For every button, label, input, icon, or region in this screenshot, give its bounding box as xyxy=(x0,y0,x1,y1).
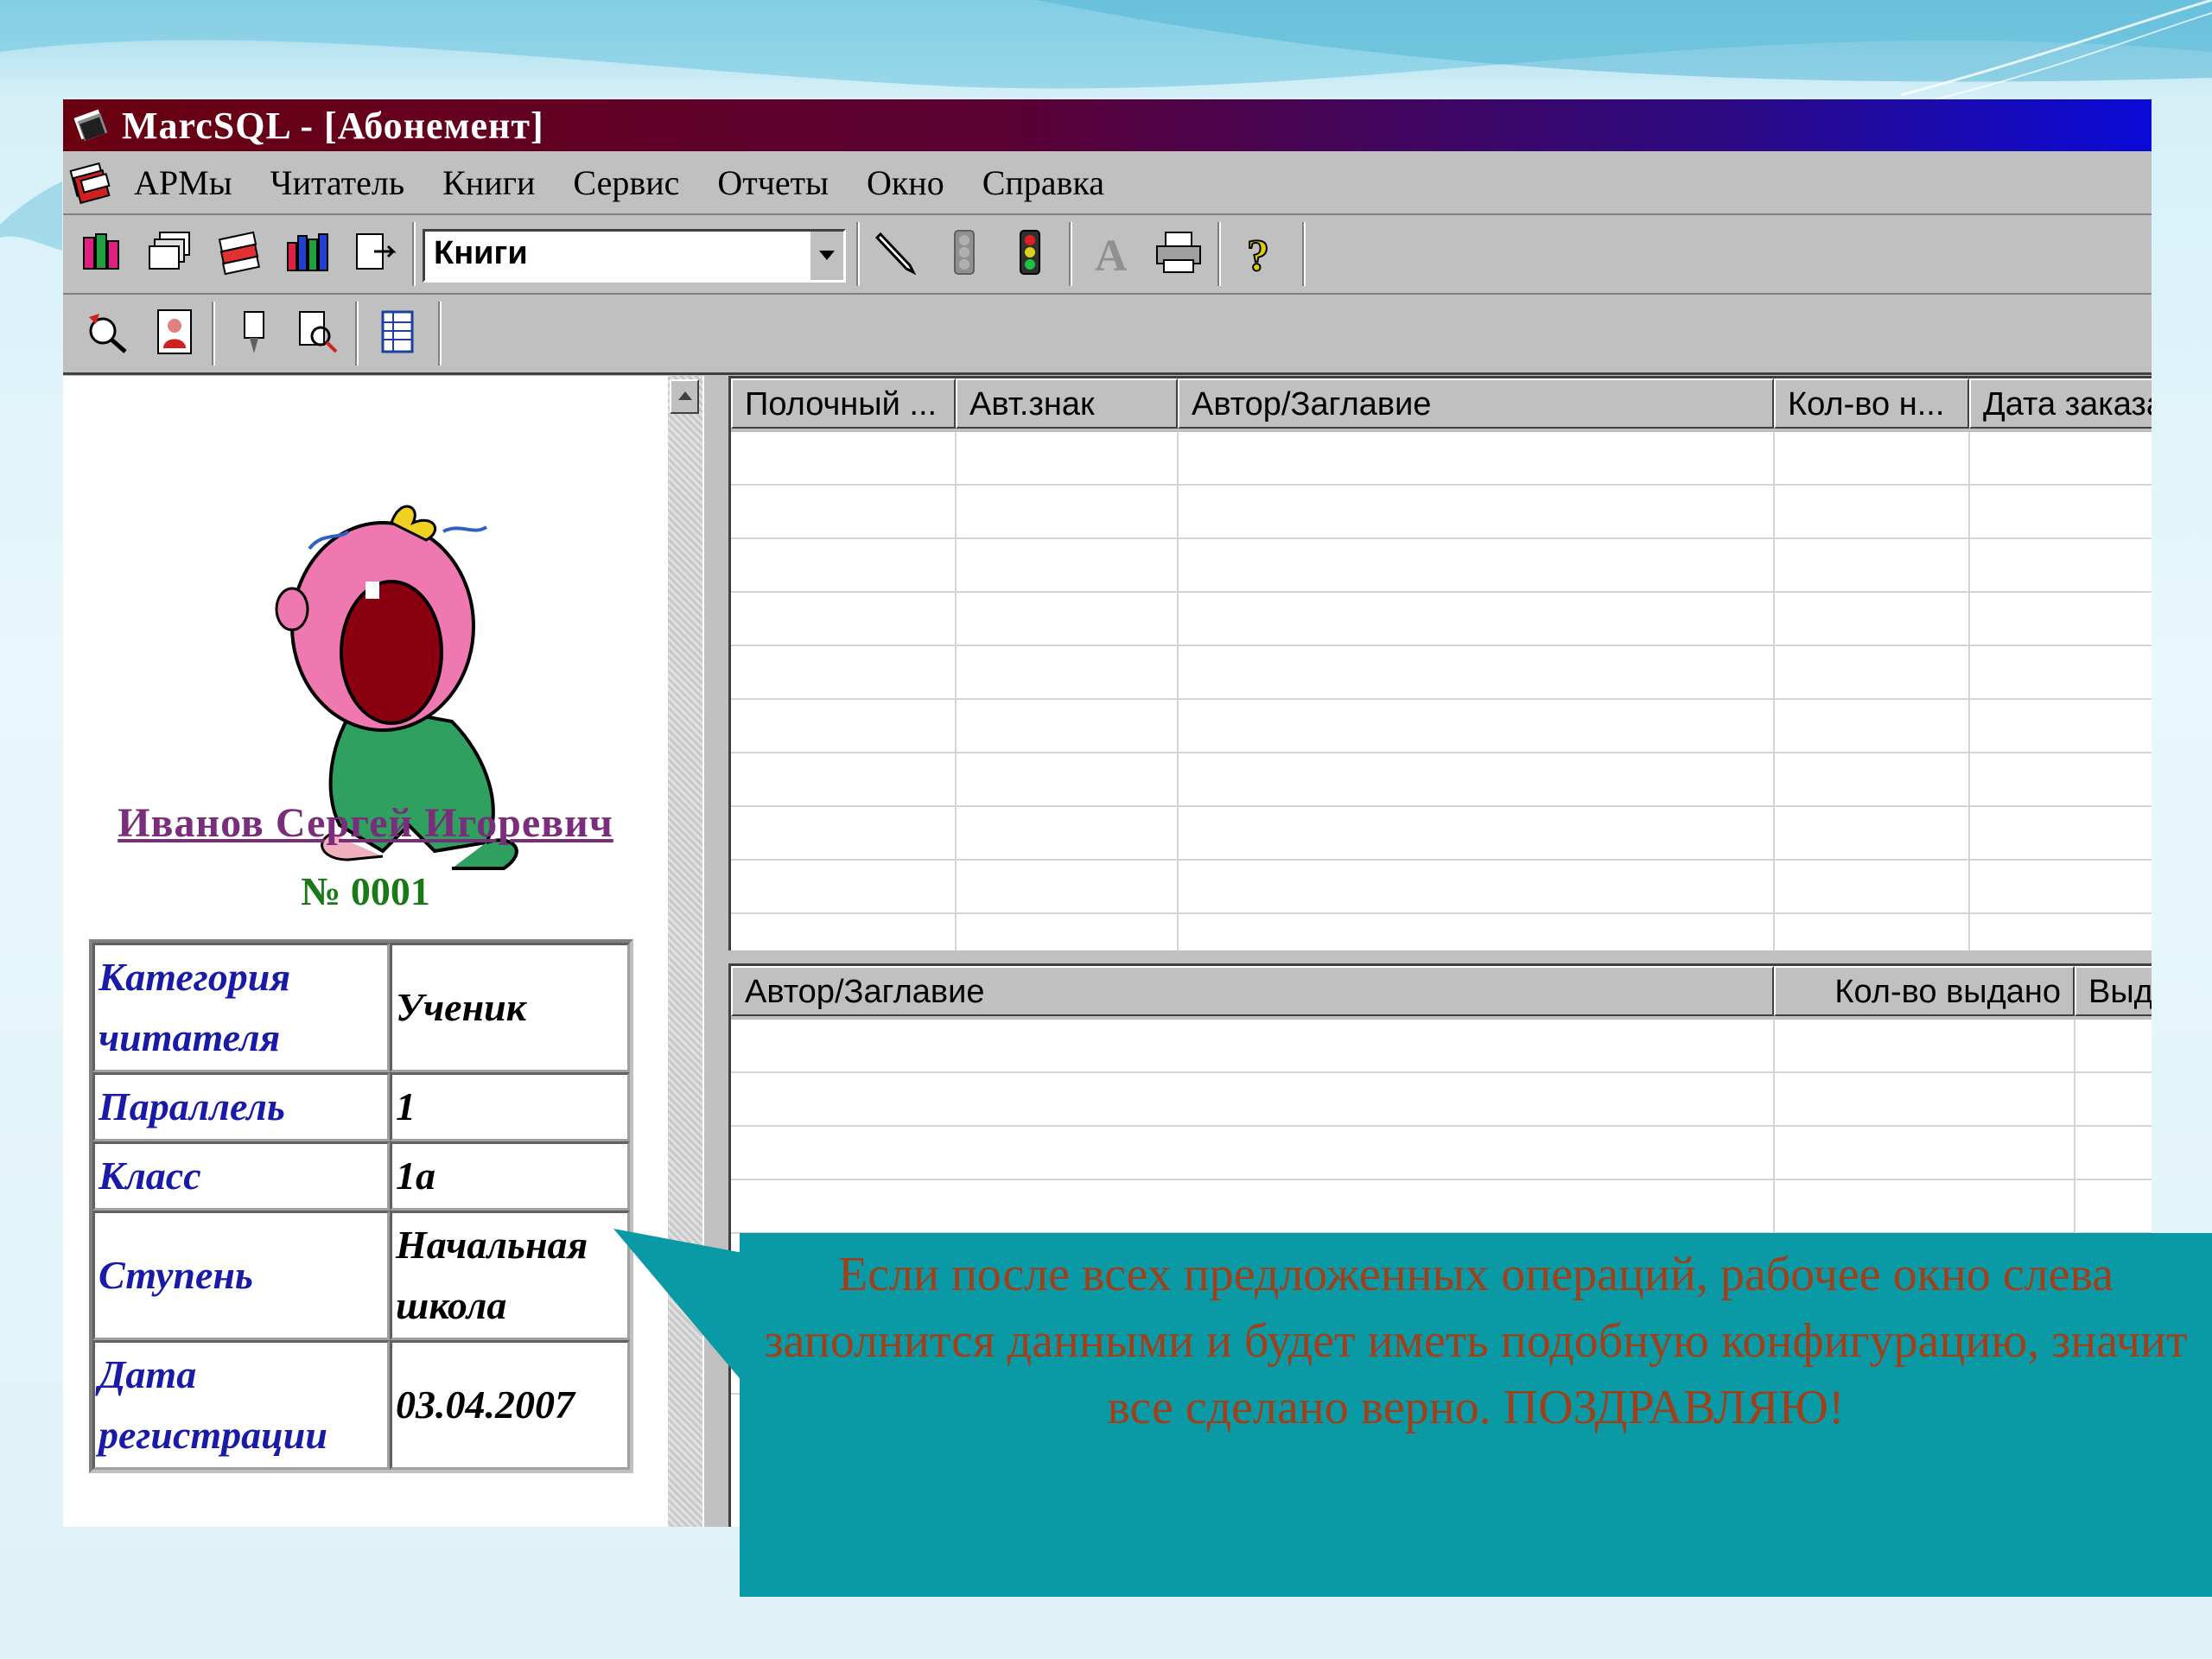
toolbar-separator xyxy=(1069,222,1072,286)
table-row[interactable] xyxy=(731,1073,2152,1127)
table-row[interactable] xyxy=(731,753,2152,807)
table-row[interactable] xyxy=(731,1020,2152,1073)
svg-text:A: A xyxy=(1095,232,1128,279)
table-row: Дата регистрации 03.04.2007 xyxy=(92,1340,630,1470)
catalog-select-value: Книги xyxy=(434,235,528,271)
field-value: 03.04.2007 xyxy=(390,1340,630,1470)
toolbar-secondary xyxy=(63,295,2152,375)
column-author-title[interactable]: Автор/Заглавие xyxy=(731,966,1774,1016)
pen-icon[interactable] xyxy=(870,226,924,279)
field-label: Категория читателя xyxy=(92,943,390,1072)
table-row[interactable] xyxy=(731,700,2152,753)
issued-grid-header: Автор/Заглавие Кол-во выдано Выдано xyxy=(731,966,2152,1020)
column-issued-count[interactable]: Кол-во выдано xyxy=(1774,966,2075,1016)
book-search-icon[interactable] xyxy=(291,305,345,359)
books-icon[interactable] xyxy=(75,226,129,279)
toolbar-separator xyxy=(856,222,860,286)
toolbar-separator xyxy=(212,302,215,365)
toolbar-separator xyxy=(412,222,416,286)
bookmark-icon[interactable] xyxy=(227,305,281,359)
column-count[interactable]: Кол-во н... xyxy=(1774,378,1969,429)
menu-arm[interactable]: АРМы xyxy=(134,162,232,203)
printer-icon[interactable] xyxy=(1152,226,1205,279)
menu-help[interactable]: Справка xyxy=(982,162,1104,203)
table-row[interactable] xyxy=(731,486,2152,539)
help-icon[interactable]: ? xyxy=(1233,226,1287,279)
cards-icon[interactable] xyxy=(144,226,198,279)
menu-reader[interactable]: Читатель xyxy=(270,162,405,203)
field-label: Дата регистрации xyxy=(92,1340,390,1470)
menu-reports[interactable]: Отчеты xyxy=(717,162,829,203)
toolbar-separator xyxy=(355,302,359,365)
traffic-light-off-icon[interactable] xyxy=(938,226,991,279)
window-title: MarcSQL - [Абонемент] xyxy=(122,104,544,147)
table-row[interactable] xyxy=(731,539,2152,593)
menu-bar: АРМы Читатель Книги Сервис Отчеты Окно С… xyxy=(63,151,2152,215)
table-row: Категория читателя Ученик xyxy=(92,943,630,1072)
traffic-light-icon[interactable] xyxy=(1003,226,1057,279)
table-icon[interactable] xyxy=(371,305,424,359)
table-row: Ступень Начальная школа xyxy=(92,1211,630,1340)
scroll-up-arrow-icon[interactable] xyxy=(670,379,699,414)
document-menu-icon[interactable] xyxy=(68,158,117,207)
bookshelf-icon[interactable] xyxy=(281,226,334,279)
catalog-select[interactable]: Книги xyxy=(423,229,846,283)
column-shelf-code[interactable]: Полочный ... xyxy=(731,378,956,429)
chevron-down-icon[interactable] xyxy=(809,232,843,280)
table-row[interactable] xyxy=(731,1180,2152,1234)
column-author-mark[interactable]: Авт.знак xyxy=(956,378,1178,429)
toolbar-main: Книги A ? xyxy=(63,215,2152,295)
table-row[interactable] xyxy=(731,861,2152,914)
field-label: Класс xyxy=(92,1141,390,1211)
document-arrow-icon[interactable] xyxy=(348,226,402,279)
column-author-title[interactable]: Автор/Заглавие xyxy=(1178,378,1774,429)
panel-splitter[interactable] xyxy=(702,376,730,1527)
menu-service[interactable]: Сервис xyxy=(573,162,679,203)
reader-search-icon[interactable] xyxy=(80,305,134,359)
menu-books[interactable]: Книги xyxy=(442,162,535,203)
callout-text: Если после всех предложенных операций, р… xyxy=(764,1248,2188,1434)
text-style-icon[interactable]: A xyxy=(1086,226,1140,279)
instruction-callout: Если после всех предложенных операций, р… xyxy=(740,1233,2212,1597)
table-row: Параллель 1 xyxy=(92,1072,630,1141)
toolbar-separator xyxy=(438,302,442,365)
table-row[interactable] xyxy=(731,646,2152,700)
table-row[interactable] xyxy=(731,1127,2152,1180)
title-bar: MarcSQL - [Абонемент] xyxy=(63,99,2152,151)
reader-panel-scrollbar[interactable] xyxy=(668,376,702,1527)
reader-name-link[interactable]: Иванов Сергей Игоревич xyxy=(98,799,633,847)
svg-text:?: ? xyxy=(1247,232,1269,279)
field-value: Ученик xyxy=(390,943,630,1072)
field-label: Ступень xyxy=(92,1211,390,1340)
reader-info-table: Категория читателя Ученик Параллель 1 Кл… xyxy=(89,939,633,1473)
table-row[interactable] xyxy=(731,807,2152,861)
toolbar-separator xyxy=(1302,222,1306,286)
reader-photo-icon[interactable] xyxy=(148,305,201,359)
toolbar-separator xyxy=(1217,222,1221,286)
field-label: Параллель xyxy=(92,1072,390,1141)
field-value: 1 xyxy=(390,1072,630,1141)
table-row[interactable] xyxy=(731,593,2152,646)
app-book-icon xyxy=(73,109,108,142)
table-row: Класс 1а xyxy=(92,1141,630,1211)
field-value: 1а xyxy=(390,1141,630,1211)
orders-grid-header: Полочный ... Авт.знак Автор/Заглавие Кол… xyxy=(731,378,2152,432)
column-issued[interactable]: Выдано xyxy=(2075,966,2152,1016)
table-row[interactable] xyxy=(731,432,2152,486)
grid-splitter[interactable] xyxy=(728,950,2152,963)
column-order-date[interactable]: Дата заказа xyxy=(1969,378,2152,429)
orders-grid: Полочный ... Авт.знак Автор/Заглавие Кол… xyxy=(728,376,2152,950)
stack-icon[interactable] xyxy=(213,226,267,279)
field-value: Начальная школа xyxy=(390,1211,630,1340)
menu-window[interactable]: Окно xyxy=(867,162,944,203)
reader-number: № 0001 xyxy=(301,869,430,913)
